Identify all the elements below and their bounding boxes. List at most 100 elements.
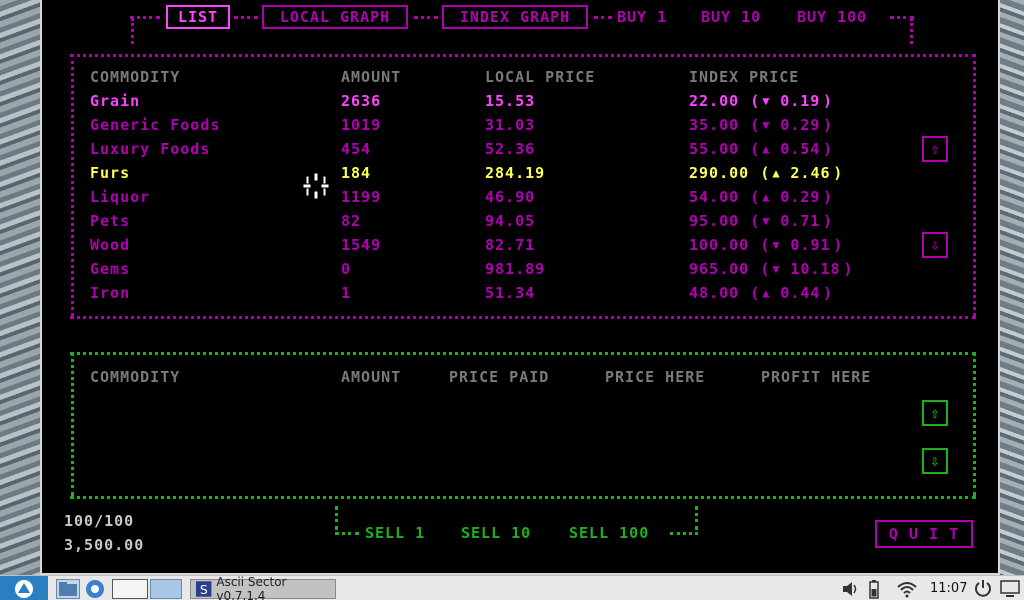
commodity-index-price: 55.00 — [689, 140, 740, 158]
index-graph-tab-label: INDEX GRAPH — [459, 8, 571, 26]
nav-dots — [594, 16, 612, 19]
start-menu-button[interactable] — [0, 576, 48, 600]
commodity-index-delta: 0.29 — [780, 188, 821, 206]
sell-1-button[interactable]: SELL 1 — [365, 524, 425, 542]
cargo-header-commodity: COMMODITY — [90, 368, 181, 386]
desktop-2[interactable] — [150, 579, 182, 599]
commodity-index-price: 35.00 — [689, 116, 740, 134]
nav-dots — [234, 16, 258, 19]
paren-close: ) — [833, 164, 844, 182]
sell-dots — [670, 532, 698, 535]
commodity-name: Furs — [90, 164, 131, 182]
commodity-name: Gems — [90, 260, 131, 278]
commodity-amount: 82 — [341, 212, 362, 230]
browser-icon — [86, 580, 104, 598]
show-desktop-button[interactable] — [1000, 579, 1022, 599]
quit-button[interactable]: Q U I T — [875, 520, 973, 548]
paren-open: ( — [750, 92, 761, 110]
sell-100-button[interactable]: SELL 100 — [569, 524, 649, 542]
paren-close: ) — [823, 140, 834, 158]
buy-10-button[interactable]: BUY 10 — [701, 8, 761, 26]
commodity-amount: 0 — [341, 260, 352, 278]
commodity-index-price: 290.00 — [689, 164, 750, 182]
commodity-amount: 1549 — [341, 236, 382, 254]
paren-close: ) — [833, 236, 844, 254]
local-graph-tab-label: LOCAL GRAPH — [279, 8, 391, 26]
crosshair-cursor-icon — [302, 172, 330, 200]
buy-100-button[interactable]: BUY 100 — [797, 8, 867, 26]
arrow-up-icon: ⇧ — [930, 140, 940, 158]
row-bullet: . — [68, 260, 79, 278]
index-graph-tab[interactable]: INDEX GRAPH — [442, 5, 588, 29]
taskbar-window-title: Ascii Sector v0.7.1.4 — [216, 575, 287, 600]
row-bullet: . — [68, 212, 79, 230]
desktop-wallpaper-left — [0, 0, 40, 575]
nav-connector — [910, 18, 913, 44]
paren-open: ( — [760, 236, 771, 254]
cargo-header-price-here: PRICE HERE — [605, 368, 706, 386]
commodity-local-price: 31.03 — [485, 116, 536, 134]
commodity-index-delta: 0.29 — [780, 116, 821, 134]
commodity-amount: 2636 — [341, 92, 382, 110]
row-bullet: . — [68, 164, 79, 182]
commodity-index-price: 95.00 — [689, 212, 740, 230]
paren-close: ) — [823, 284, 834, 302]
buy-1-button[interactable]: BUY 1 — [617, 8, 667, 26]
row-bullet: . — [68, 236, 79, 254]
paren-close: ) — [843, 260, 854, 278]
sell-connector — [695, 506, 698, 530]
cargo-frame-top — [70, 352, 976, 355]
paren-close: ) — [823, 92, 834, 110]
commodity-amount: 184 — [341, 164, 372, 182]
battery-tray[interactable] — [868, 579, 882, 599]
commodity-index-delta: 2.46 — [790, 164, 831, 182]
commodity-amount: 1 — [341, 284, 352, 302]
commodity-amount: 454 — [341, 140, 372, 158]
commodity-local-price: 82.71 — [485, 236, 536, 254]
trend-up-icon: ▲ — [762, 286, 771, 300]
commodity-local-price: 94.05 — [485, 212, 536, 230]
commodity-index-price: 22.00 — [689, 92, 740, 110]
market-scroll-down-button[interactable]: ⇩ — [922, 232, 948, 258]
market-scroll-up-button[interactable]: ⇧ — [922, 136, 948, 162]
commodity-name: Luxury Foods — [90, 140, 211, 158]
cargo-scroll-up-button[interactable]: ⇧ — [922, 400, 948, 426]
wifi-icon — [897, 582, 917, 598]
cargo-scroll-down-button[interactable]: ⇩ — [922, 448, 948, 474]
browser-launcher[interactable] — [84, 579, 108, 599]
commodity-amount: 1199 — [341, 188, 382, 206]
commodity-index-delta: 0.91 — [790, 236, 831, 254]
market-frame-right — [973, 54, 976, 316]
taskbar-window-ascii-sector[interactable]: S Ascii Sector v0.7.1.4 — [190, 575, 336, 600]
wifi-tray[interactable] — [896, 579, 920, 599]
trend-down-icon: ▼ — [762, 214, 771, 228]
commodity-name: Wood — [90, 236, 131, 254]
show-desktop-icon — [1000, 580, 1020, 597]
volume-tray[interactable] — [840, 579, 860, 599]
file-manager-launcher[interactable] — [56, 579, 80, 599]
sell-10-button[interactable]: SELL 10 — [461, 524, 531, 542]
desktop-wallpaper-right — [1000, 0, 1024, 575]
ascii-sector-app-icon: S — [195, 581, 212, 597]
trend-down-icon: ▼ — [772, 262, 781, 276]
commodity-amount: 1019 — [341, 116, 382, 134]
desktop-1[interactable] — [112, 579, 148, 599]
arrow-up-icon: ⇧ — [930, 404, 940, 422]
commodity-local-price: 51.34 — [485, 284, 536, 302]
trend-up-icon: ▲ — [772, 166, 781, 180]
commodity-name: Generic Foods — [90, 116, 221, 134]
paren-open: ( — [760, 260, 771, 278]
local-graph-tab[interactable]: LOCAL GRAPH — [262, 5, 408, 29]
folder-icon — [59, 582, 77, 596]
credits-display: 3,500.00 — [64, 536, 145, 554]
paren-open: ( — [760, 164, 771, 182]
list-tab[interactable]: LIST — [166, 5, 230, 29]
list-tab-label: LIST — [177, 8, 219, 26]
trend-down-icon: ▼ — [762, 118, 771, 132]
commodity-name: Iron — [90, 284, 131, 302]
market-frame-bottom — [70, 316, 976, 319]
commodity-index-price: 965.00 — [689, 260, 750, 278]
power-button[interactable] — [974, 579, 994, 599]
commodity-index-delta: 0.19 — [780, 92, 821, 110]
commodity-index-delta: 0.71 — [780, 212, 821, 230]
